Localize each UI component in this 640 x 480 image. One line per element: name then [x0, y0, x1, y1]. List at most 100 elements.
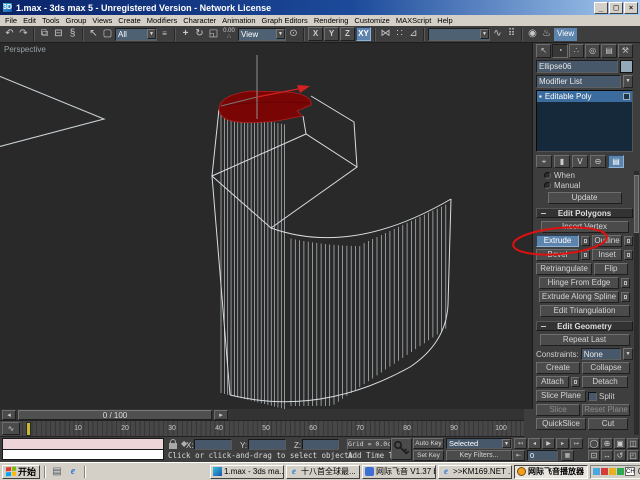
x-coord-field[interactable] — [194, 439, 232, 450]
track-bar[interactable]: ∿ 10 20 30 40 50 60 70 80 90 100 — [0, 421, 524, 437]
time-back-button[interactable]: ◂ — [2, 410, 16, 420]
modifier-stack[interactable]: ▪ Editable Poly — [536, 90, 633, 152]
show-end-result-icon[interactable]: ▮ — [554, 155, 570, 168]
select-object-icon[interactable]: ↖ — [87, 27, 100, 41]
maxscript-listener[interactable] — [2, 449, 164, 460]
next-frame-button[interactable]: ▸ — [556, 438, 569, 449]
flip-button[interactable]: Flip — [594, 263, 628, 275]
make-unique-icon[interactable]: Ⅴ — [572, 155, 588, 168]
insert-vertex-button[interactable]: Insert Vertex — [541, 221, 629, 233]
collapse-button[interactable]: Collapse — [582, 362, 630, 374]
create-button[interactable]: Create — [536, 362, 580, 374]
restrict-z-button[interactable]: Z — [340, 27, 355, 41]
play-button[interactable]: ▶ — [542, 438, 555, 449]
current-frame-marker[interactable] — [26, 422, 31, 436]
zoom-extents-all-icon[interactable]: ◫ — [627, 438, 639, 449]
update-manual-radio[interactable]: Manual — [544, 181, 633, 190]
bevel-settings-icon[interactable] — [581, 250, 590, 260]
key-filters-button[interactable]: Key Filters... — [446, 450, 512, 461]
remove-modifier-icon[interactable]: ⊖ — [590, 155, 606, 168]
task-button-browser1[interactable]: e 十八首全球最... — [286, 465, 360, 479]
internet-explorer-icon[interactable]: e — [66, 465, 80, 478]
render-icon[interactable]: ♨ — [540, 27, 553, 41]
tab-utilities-icon[interactable]: ⚒ — [618, 44, 633, 58]
viewport-label[interactable]: Perspective — [4, 45, 46, 54]
task-button-browser2[interactable]: e >>KM169.NET ... — [438, 465, 512, 479]
inset-button[interactable]: Inset — [592, 249, 622, 261]
chevron-down-icon[interactable]: ▼ — [623, 75, 633, 88]
region-zoom-icon[interactable]: ⊡ — [588, 450, 600, 461]
constraints-dropdown[interactable]: None — [581, 348, 621, 360]
restrict-x-button[interactable]: X — [308, 27, 323, 41]
redo-icon[interactable]: ↷ — [17, 27, 30, 41]
chevron-down-icon[interactable]: ▼ — [147, 29, 156, 39]
chevron-down-icon[interactable]: ▼ — [623, 348, 633, 360]
selection-filter-dropdown[interactable]: All ▼ — [115, 28, 157, 41]
object-color-swatch[interactable] — [620, 60, 633, 73]
split-checkbox[interactable] — [588, 392, 597, 401]
undo-icon[interactable]: ↶ — [3, 27, 16, 41]
panel-scrollbar[interactable] — [634, 171, 639, 435]
unlink-icon[interactable]: ⊟ — [52, 27, 65, 41]
hinge-settings-icon[interactable] — [621, 278, 630, 288]
stack-item-editable-poly[interactable]: ▪ Editable Poly — [537, 91, 632, 102]
tab-motion-icon[interactable]: ◎ — [585, 44, 600, 58]
outline-button[interactable]: Outline — [592, 235, 622, 247]
select-move-icon[interactable]: + — [179, 27, 192, 41]
schematic-view-icon[interactable]: ⠿ — [505, 27, 518, 41]
menu-views[interactable]: Views — [89, 16, 115, 25]
chevron-down-icon[interactable]: ▼ — [502, 439, 511, 448]
selection-lock-icon[interactable] — [169, 443, 177, 449]
bevel-button[interactable]: Bevel — [536, 249, 579, 261]
restrict-xy-plane-button[interactable]: XY — [356, 27, 371, 41]
tray-icon-4[interactable] — [617, 468, 624, 475]
bind-spacewarp-icon[interactable]: § — [66, 27, 79, 41]
select-link-icon[interactable]: ⧉ — [38, 27, 51, 41]
menu-group[interactable]: Group — [63, 16, 90, 25]
menu-animation[interactable]: Animation — [219, 16, 258, 25]
outline-settings-icon[interactable] — [624, 236, 633, 246]
key-mode-dropdown[interactable]: Selected ▼ — [446, 438, 512, 449]
pin-stack-icon[interactable]: ⌖ — [536, 155, 552, 168]
use-center-icon[interactable]: ⊙ — [287, 27, 300, 41]
reset-plane-button[interactable]: Reset Plane — [582, 404, 630, 416]
auto-key-button[interactable]: Auto Key — [413, 438, 444, 449]
menu-file[interactable]: File — [2, 16, 20, 25]
update-button[interactable]: Update — [548, 192, 622, 204]
chevron-down-icon[interactable]: ▼ — [276, 29, 285, 39]
tab-create-icon[interactable]: ↖ — [536, 44, 551, 58]
previous-frame-button[interactable]: ◂ — [528, 438, 541, 449]
min-max-toggle-icon[interactable]: ◰ — [627, 450, 639, 461]
selection-region-icon[interactable]: ▢ — [101, 27, 114, 41]
edit-triangulation-button[interactable]: Edit Triangulation — [540, 305, 630, 317]
extrude-settings-icon[interactable] — [581, 236, 590, 246]
task-button-feiyin[interactable]: 网际飞音 V1.37 bu... — [362, 465, 436, 479]
select-scale-icon[interactable]: ◱ — [207, 27, 220, 41]
set-keys-button[interactable] — [391, 438, 412, 460]
menu-create[interactable]: Create — [115, 16, 144, 25]
cut-button[interactable]: Cut — [588, 418, 628, 430]
menu-graph-editors[interactable]: Graph Editors — [259, 16, 311, 25]
configure-modifier-sets-icon[interactable]: ▤ — [608, 155, 624, 168]
mini-curve-editor-icon[interactable]: ∿ — [2, 422, 20, 435]
modifier-list-dropdown[interactable]: Modifier List — [536, 75, 621, 88]
material-editor-icon[interactable]: ◉ — [526, 27, 539, 41]
detach-button[interactable]: Detach — [582, 376, 628, 388]
menu-character[interactable]: Character — [180, 16, 219, 25]
panel-scrollbar-thumb[interactable] — [634, 175, 639, 233]
inset-settings-icon[interactable] — [624, 250, 633, 260]
rollout-edit-geometry[interactable]: Edit Geometry — [536, 321, 633, 331]
zoom-all-icon[interactable]: ⊕ — [601, 438, 613, 449]
pan-icon[interactable]: ↔ — [601, 450, 613, 461]
tray-icon-1[interactable] — [593, 468, 600, 475]
menu-help[interactable]: Help — [434, 16, 455, 25]
menu-rendering[interactable]: Rendering — [311, 16, 352, 25]
go-to-end-button[interactable]: ↦ — [570, 438, 583, 449]
maxscript-macro-recorder[interactable] — [2, 438, 164, 449]
quickslice-button[interactable]: QuickSlice — [536, 418, 586, 430]
tab-display-icon[interactable]: ▤ — [601, 44, 616, 58]
retriangulate-button[interactable]: Retriangulate — [536, 263, 592, 275]
arc-rotate-icon[interactable]: ↺ — [614, 450, 626, 461]
close-button[interactable]: × — [624, 2, 638, 14]
task-button-player-active[interactable]: 网际飞音播放器 — [514, 465, 588, 479]
